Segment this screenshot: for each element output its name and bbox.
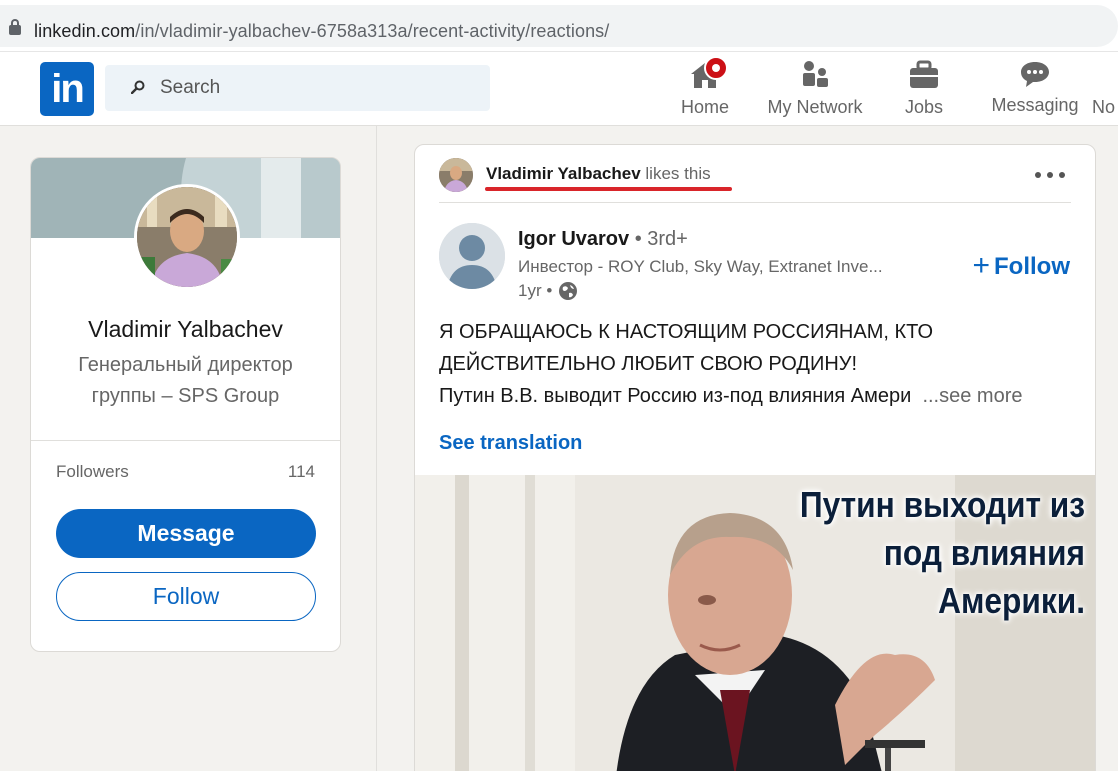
- lock-icon: [9, 19, 21, 35]
- search-input[interactable]: [160, 65, 460, 111]
- nav-my-network[interactable]: My Network: [760, 52, 870, 126]
- connection-degree: • 3rd+: [634, 228, 688, 250]
- nav-home-label: Home: [680, 97, 729, 117]
- post-text-truncated: Путин В.В. выводит Россию из-под влияния…: [439, 385, 912, 407]
- post-image[interactable]: Путин выходит из под влияния Америки.: [415, 475, 1095, 771]
- people-icon: [798, 60, 832, 90]
- profile-follow-button[interactable]: Follow: [56, 572, 316, 621]
- see-more-link[interactable]: ...see more: [922, 385, 1022, 407]
- linkedin-logo[interactable]: in: [40, 62, 94, 116]
- nav-jobs-label: Jobs: [904, 97, 944, 117]
- followers-count: 114: [287, 462, 315, 481]
- divider: [439, 202, 1071, 203]
- search-icon: [131, 80, 145, 94]
- post-text-line: Я ОБРАЩАЮСЬ К НАСТОЯЩИМ РОССИЯНАМ, КТО: [439, 321, 934, 343]
- profile-name[interactable]: Vladimir Yalbachev: [31, 316, 340, 343]
- profile-headline: Генеральный директор группы – SPS Group: [78, 354, 293, 407]
- divider: [31, 440, 340, 441]
- globe-icon: [559, 282, 578, 300]
- nav-messaging[interactable]: Messaging: [988, 50, 1082, 124]
- actor-avatar[interactable]: [439, 223, 505, 289]
- home-icon: [688, 56, 728, 90]
- context-name[interactable]: Vladimir Yalbachev: [486, 164, 641, 183]
- nav-home[interactable]: Home: [670, 52, 740, 126]
- context-action: likes this: [645, 164, 711, 183]
- post-time: 1yr •: [518, 281, 578, 301]
- image-caption: Путин выходит из под влияния Америки.: [800, 481, 1085, 625]
- context-avatar[interactable]: [439, 158, 473, 192]
- post-time-label: 1yr •: [518, 281, 553, 300]
- actor-name[interactable]: Igor Uvarov: [518, 228, 629, 250]
- profile-avatar[interactable]: [134, 184, 240, 290]
- browser-address-bar: linkedin.com/in/vladimir-yalbachev-6758a…: [0, 0, 1118, 52]
- chat-icon: [1018, 58, 1052, 88]
- linkedin-navbar: in Home My Network: [0, 52, 1118, 126]
- profile-card: Vladimir Yalbachev Генеральный директор …: [30, 157, 341, 652]
- url-path: /in/vladimir-yalbachev-6758a313a/recent-…: [135, 21, 610, 41]
- nav-jobs[interactable]: Jobs: [895, 52, 953, 126]
- nav-notifications[interactable]: No: [1092, 52, 1118, 126]
- post-text: Я ОБРАЩАЮСЬ К НАСТОЯЩИМ РОССИЯНАМ, КТО Д…: [439, 316, 1079, 412]
- url-text[interactable]: linkedin.com/in/vladimir-yalbachev-6758a…: [34, 21, 609, 42]
- caption-line: под влияния: [883, 532, 1085, 573]
- post-text-line: ДЕЙСТВИТЕЛЬНО ЛЮБИТ СВОЮ РОДИНУ!: [439, 353, 858, 375]
- search-box[interactable]: [105, 65, 490, 111]
- caption-line: Путин выходит из: [799, 484, 1085, 525]
- url-field[interactable]: linkedin.com/in/vladimir-yalbachev-6758a…: [0, 5, 1118, 47]
- plus-icon: +: [972, 249, 991, 282]
- column-divider: [376, 126, 377, 771]
- actor-headline: Инвестор - ROY Club, Sky Way, Extranet I…: [518, 257, 883, 276]
- message-button[interactable]: Message: [56, 509, 316, 558]
- notification-badge: [704, 56, 728, 80]
- briefcase-icon: [907, 60, 941, 90]
- url-host: linkedin.com: [34, 21, 136, 41]
- actor-name-line: Igor Uvarov • 3rd+: [518, 228, 688, 251]
- post-text-line: Путин В.В. выводит Россию из-под влияния…: [439, 380, 1079, 412]
- post-context: Vladimir Yalbachev likes this: [486, 164, 711, 184]
- see-translation-link[interactable]: See translation: [439, 432, 582, 455]
- nav-notifications-label: No: [1092, 97, 1116, 117]
- nav-my-network-label: My Network: [767, 97, 863, 117]
- caption-line: Америки.: [938, 580, 1085, 621]
- highlight-underline: [485, 187, 732, 191]
- feed-post: Vladimir Yalbachev likes this Igor Uvaro…: [414, 144, 1096, 771]
- nav-messaging-label: Messaging: [991, 95, 1079, 115]
- actor-follow-label: Follow: [994, 253, 1070, 280]
- followers-label: Followers: [56, 462, 129, 481]
- actor-follow-button[interactable]: + Follow: [972, 248, 1070, 282]
- more-options-icon[interactable]: [1033, 165, 1067, 185]
